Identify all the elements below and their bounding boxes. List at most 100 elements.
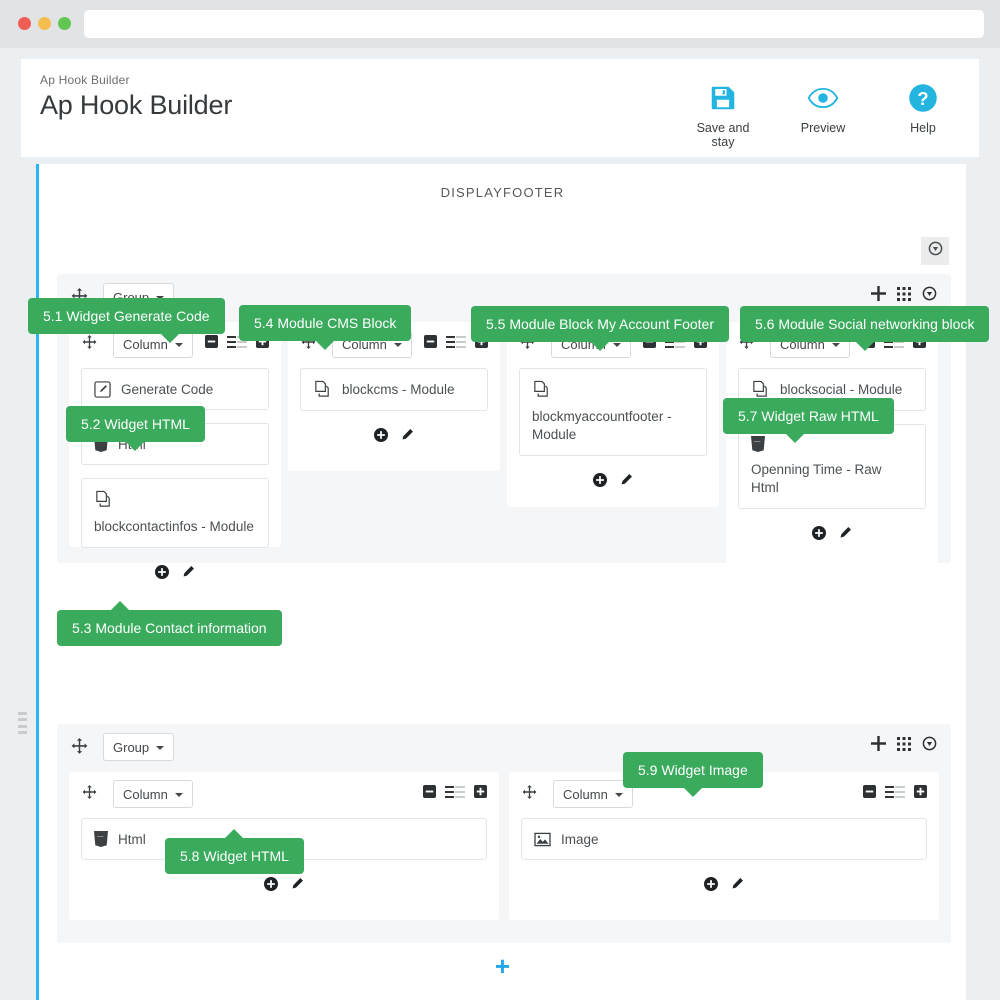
widget-item[interactable]: blockcms - Module (300, 368, 488, 411)
copy-module-icon (94, 490, 113, 509)
chevron-down-icon (174, 343, 183, 347)
chevron-down-icon (614, 793, 623, 797)
panel-resize-handle[interactable] (18, 712, 27, 734)
move-icon[interactable] (522, 785, 537, 805)
minus-square-icon[interactable] (205, 335, 218, 348)
preview-label: Preview (800, 121, 846, 135)
pencil-icon[interactable] (619, 473, 633, 487)
address-bar[interactable] (84, 10, 984, 38)
column-widgets: blocksocial - Module Openning Time - Raw… (726, 368, 938, 509)
add-group-button[interactable]: + (39, 953, 966, 979)
move-icon[interactable] (82, 785, 97, 805)
chevron-down-icon (612, 343, 621, 347)
hook-collapse-button[interactable] (921, 237, 949, 265)
minus-square-icon[interactable] (863, 785, 876, 798)
move-icon[interactable] (71, 738, 88, 760)
group-type-dropdown[interactable]: Group (103, 733, 175, 761)
annotation-callout-5-9: 5.9 Widget Image (623, 752, 763, 797)
preview-button[interactable]: Preview (785, 81, 861, 135)
plus-circle-icon[interactable] (155, 565, 169, 579)
resize-bars-icon[interactable] (446, 335, 466, 348)
help-label: Help (910, 121, 936, 135)
move-icon[interactable] (82, 335, 97, 355)
svg-text:?: ? (917, 88, 928, 109)
html5-icon (751, 436, 765, 452)
widget-label: blockcontactinfos - Module (94, 519, 254, 534)
header-actions: Save and stay Preview ? Help (685, 81, 961, 149)
plus-circle-icon[interactable] (704, 877, 718, 891)
edit-square-icon (94, 380, 111, 398)
column-type-dropdown[interactable]: Column (553, 780, 633, 808)
maximize-window-button[interactable] (58, 17, 71, 30)
copy-module-icon (532, 380, 551, 399)
close-window-button[interactable] (18, 17, 31, 30)
column-type-dropdown[interactable]: Column (113, 780, 193, 808)
resize-bars-icon[interactable] (445, 785, 465, 798)
resize-bars-icon[interactable] (885, 785, 905, 798)
pencil-icon[interactable] (400, 428, 414, 442)
pencil-icon[interactable] (730, 877, 744, 891)
column-panel: Column (726, 322, 938, 587)
widget-label: Image (561, 831, 599, 847)
column-widgets: Image (509, 818, 939, 860)
image-icon (534, 832, 551, 847)
widget-label: Html (118, 831, 146, 847)
minimize-window-button[interactable] (38, 17, 51, 30)
annotation-callout-5-6: 5.6 Module Social networking block (740, 306, 990, 351)
grid-icon[interactable] (897, 736, 911, 751)
circle-down-arrow-icon[interactable] (922, 736, 937, 751)
widget-item[interactable]: blockmyaccountfooter - Module (519, 368, 707, 456)
column-footer (509, 873, 939, 905)
widget-item[interactable]: blockcontactinfos - Module (81, 478, 269, 548)
breadcrumb: Ap Hook Builder (40, 73, 130, 87)
save-and-stay-button[interactable]: Save and stay (685, 81, 761, 149)
save-icon (685, 81, 761, 115)
column-toolbar: Column (69, 772, 499, 818)
circle-down-arrow-icon (928, 241, 943, 261)
plus-icon[interactable] (871, 736, 886, 751)
chevron-down-icon (174, 793, 183, 797)
help-button[interactable]: ? Help (885, 81, 961, 135)
chevron-down-icon (393, 343, 402, 347)
plus-circle-icon[interactable] (812, 526, 826, 540)
minus-square-icon[interactable] (423, 785, 436, 798)
widget-label: blocksocial - Module (780, 382, 903, 397)
widget-item[interactable]: Image (521, 818, 927, 860)
save-and-stay-label: Save and stay (696, 121, 750, 149)
column-tools (423, 785, 487, 798)
annotation-callout-5-2: 5.2 Widget HTML (66, 406, 205, 451)
plus-circle-icon[interactable] (593, 473, 607, 487)
chevron-down-icon (156, 746, 165, 750)
annotation-callout-5-3: 5.3 Module Contact information (57, 601, 282, 646)
pencil-icon[interactable] (290, 877, 304, 891)
hook-builder-canvas: DISPLAYFOOTER Group Column Generate Code… (36, 164, 966, 1000)
copy-module-icon (313, 380, 332, 399)
column-tools (863, 785, 927, 798)
window-controls (18, 17, 71, 30)
widget-item[interactable]: Generate Code (81, 368, 269, 410)
page-title: Ap Hook Builder (40, 90, 233, 120)
group-tools (871, 736, 937, 751)
grid-icon[interactable] (897, 286, 911, 301)
html5-icon (94, 831, 108, 847)
plus-icon[interactable] (871, 286, 886, 301)
circle-down-arrow-icon[interactable] (922, 286, 937, 301)
group-panel: Group (57, 724, 951, 943)
page-header: Ap Hook Builder Ap Hook Builder Save and… (21, 59, 979, 157)
group-type-label: Group (113, 739, 150, 755)
hook-name-label: DISPLAYFOOTER (440, 185, 565, 200)
minus-square-icon[interactable] (424, 335, 437, 348)
plus-circle-icon[interactable] (264, 877, 278, 891)
browser-chrome (0, 0, 1000, 48)
plus-square-icon[interactable] (914, 785, 927, 798)
column-footer (69, 561, 281, 593)
chevron-down-icon (831, 343, 840, 347)
column-type-label: Column (563, 786, 608, 802)
pencil-icon[interactable] (838, 526, 852, 540)
plus-circle-icon[interactable] (374, 428, 388, 442)
plus-square-icon[interactable] (474, 785, 487, 798)
group-toolbar: Group (57, 724, 951, 772)
widget-item[interactable]: Openning Time - Raw Html (738, 424, 926, 509)
pencil-icon[interactable] (181, 565, 195, 579)
column-type-dropdown[interactable]: Column (113, 330, 193, 358)
